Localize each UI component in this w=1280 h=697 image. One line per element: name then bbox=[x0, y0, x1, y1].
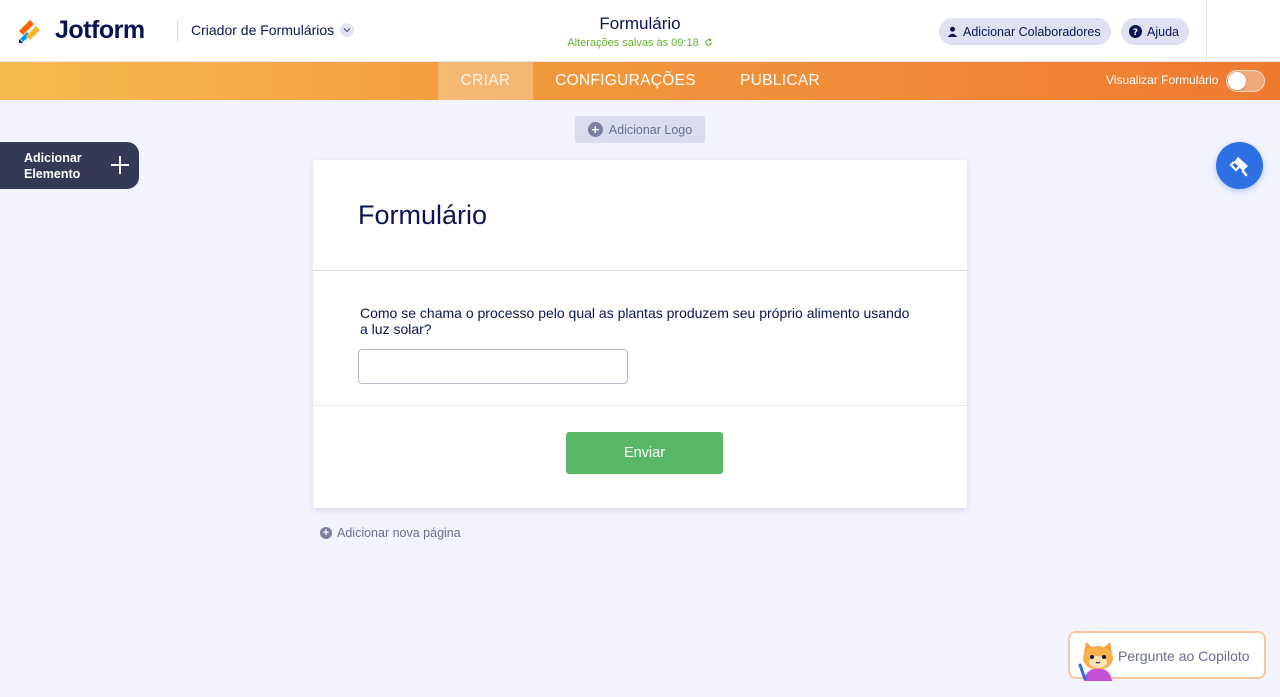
add-page-button[interactable]: + Adicionar nova página bbox=[320, 526, 461, 540]
answer-input[interactable] bbox=[358, 349, 628, 384]
preview-toggle[interactable] bbox=[1226, 70, 1265, 92]
builder-nav: CRIAR CONFIGURAÇÕES PUBLICAR Visualizar … bbox=[0, 62, 1280, 100]
heading-divider bbox=[313, 270, 967, 271]
add-element-button[interactable]: Adicionar Elemento bbox=[0, 142, 139, 189]
add-collaborators-button[interactable]: Adicionar Colaboradores bbox=[939, 18, 1111, 45]
form-card: Formulário Como se chama o processo pelo… bbox=[313, 160, 967, 508]
header-separator bbox=[1206, 0, 1207, 62]
save-status-text: Alterações salvas às 09:18 bbox=[567, 37, 699, 49]
cat-avatar-icon bbox=[1078, 642, 1113, 681]
add-element-label: Adicionar Elemento bbox=[24, 150, 82, 182]
add-logo-label: Adicionar Logo bbox=[608, 122, 693, 137]
form-title-area: Formulário Alterações salvas às 09:18 bbox=[490, 14, 790, 49]
tab-publish[interactable]: PUBLICAR bbox=[730, 62, 830, 100]
tab-create[interactable]: CRIAR bbox=[438, 62, 533, 100]
builder-label: Criador de Formulários bbox=[191, 22, 335, 38]
question-label[interactable]: Como se chama o processo pelo qual as pl… bbox=[360, 305, 920, 337]
brand-name: Jotform bbox=[55, 16, 145, 44]
tab-settings[interactable]: CONFIGURAÇÕES bbox=[543, 62, 708, 100]
plus-icon: + bbox=[587, 122, 603, 137]
plus-icon bbox=[111, 156, 129, 174]
submit-button[interactable]: Enviar bbox=[566, 432, 723, 474]
help-icon: ? bbox=[1129, 25, 1142, 38]
toggle-knob bbox=[1228, 72, 1246, 90]
save-status: Alterações salvas às 09:18 bbox=[490, 37, 790, 49]
help-label: Ajuda bbox=[1147, 24, 1179, 39]
add-element-line2: Elemento bbox=[24, 167, 81, 181]
chevron-down-icon bbox=[340, 23, 355, 37]
refresh-icon bbox=[705, 38, 712, 46]
paint-roller-icon bbox=[1228, 156, 1248, 176]
header-divider bbox=[177, 20, 178, 42]
preview-label: Visualizar Formulário bbox=[1106, 73, 1219, 87]
svg-text:?: ? bbox=[1133, 28, 1138, 38]
form-title[interactable]: Formulário bbox=[490, 14, 790, 34]
add-logo-button[interactable]: + Adicionar Logo bbox=[575, 116, 705, 143]
add-page-label: Adicionar nova página bbox=[337, 526, 461, 540]
question-divider bbox=[313, 405, 967, 406]
user-icon bbox=[947, 26, 958, 37]
jotform-logo[interactable]: Jotform bbox=[17, 16, 145, 45]
help-button[interactable]: ? Ajuda bbox=[1121, 18, 1189, 45]
copilot-label: Pergunte ao Copiloto bbox=[1118, 648, 1250, 664]
add-element-line1: Adicionar bbox=[24, 151, 82, 165]
add-collaborators-label: Adicionar Colaboradores bbox=[963, 24, 1101, 39]
form-heading[interactable]: Formulário bbox=[358, 200, 487, 231]
form-designer-button[interactable] bbox=[1216, 142, 1263, 189]
copilot-button[interactable]: Pergunte ao Copiloto bbox=[1068, 631, 1266, 681]
jotform-logo-icon bbox=[19, 19, 40, 43]
plus-icon: + bbox=[320, 527, 332, 539]
top-bar: Jotform Criador de Formulários Formulári… bbox=[0, 0, 1280, 62]
form-builder-menu[interactable]: Criador de Formulários bbox=[191, 22, 355, 38]
